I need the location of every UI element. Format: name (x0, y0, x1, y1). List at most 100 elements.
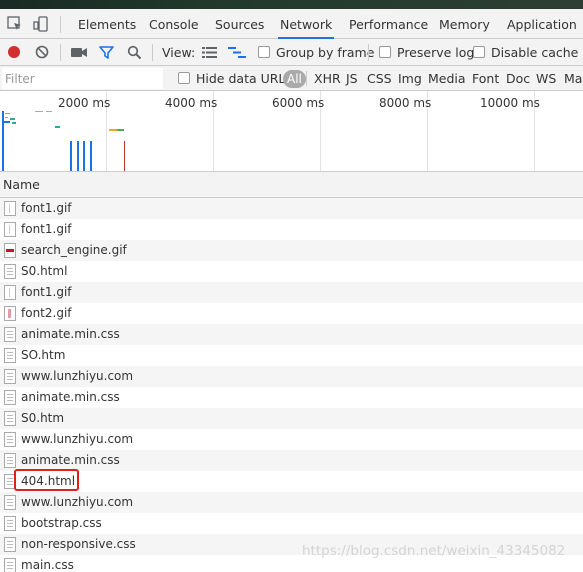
group-by-frame-checkbox[interactable] (258, 46, 270, 58)
filter-type-font[interactable]: Font (472, 66, 499, 91)
filter-type-manifest[interactable]: Man (564, 66, 583, 91)
table-row[interactable]: font2.gif (0, 303, 583, 324)
filter-type-img[interactable]: Img (398, 66, 422, 91)
window-title-strip (0, 0, 583, 9)
tab-network[interactable]: Network (278, 9, 335, 39)
document-file-icon (4, 390, 16, 405)
device-toolbar-icon[interactable] (32, 15, 50, 33)
image-file-icon (4, 201, 16, 216)
request-name: non-responsive.css (21, 537, 136, 551)
toolbar-divider (368, 44, 369, 61)
document-file-icon (4, 411, 16, 426)
timeline-tick-label: 4000 ms (165, 96, 218, 110)
document-file-icon (4, 432, 16, 447)
document-file-icon (4, 453, 16, 468)
timeline-tick-label: 10000 ms (480, 96, 540, 110)
table-row[interactable]: S0.htm (0, 408, 583, 429)
table-row[interactable]: bootstrap.css (0, 513, 583, 534)
toolbar-divider (152, 44, 153, 61)
column-header-name[interactable]: Name (3, 172, 40, 198)
network-toolbar: View: Group by frame Preserve log Disabl… (0, 39, 583, 66)
filter-type-css[interactable]: CSS (367, 66, 392, 91)
watermark-text: https://blog.csdn.net/weixin_43345082 (302, 543, 566, 559)
image-file-icon (4, 306, 16, 321)
table-row[interactable]: www.lunzhiyu.com (0, 366, 583, 387)
filter-bar: Hide data URLs All XHR JS CSS Img Media … (0, 66, 583, 91)
document-file-icon (4, 369, 16, 384)
show-overview-waterfall-icon[interactable] (228, 46, 246, 62)
network-overview-timeline[interactable]: 2000 ms 4000 ms 6000 ms 8000 ms 10000 ms (0, 91, 583, 172)
search-icon[interactable] (127, 45, 142, 63)
tab-memory[interactable]: Memory (437, 9, 492, 39)
filter-type-media[interactable]: Media (428, 66, 466, 91)
request-name: www.lunzhiyu.com (21, 495, 134, 509)
request-name: font1.gif (21, 285, 72, 299)
timeline-request-marks (2, 111, 125, 171)
document-file-icon (4, 495, 16, 510)
request-name: www.lunzhiyu.com (21, 432, 134, 446)
filter-input[interactable] (2, 68, 163, 89)
image-file-icon (4, 243, 16, 258)
document-file-icon (4, 537, 16, 552)
filter-type-doc[interactable]: Doc (506, 66, 530, 91)
table-row[interactable]: font1.gif (0, 282, 583, 303)
screenshot-camera-icon[interactable] (71, 46, 87, 62)
tab-divider (60, 16, 61, 33)
document-file-icon (4, 558, 16, 572)
large-request-rows-icon[interactable] (202, 46, 217, 62)
request-name: S0.html (21, 264, 68, 278)
image-file-icon (4, 222, 16, 237)
filter-type-ws[interactable]: WS (536, 66, 556, 91)
table-row[interactable]: animate.min.css (0, 324, 583, 345)
tab-sources[interactable]: Sources (213, 9, 266, 39)
table-row[interactable]: SO.htm (0, 345, 583, 366)
filter-type-all[interactable]: All (283, 70, 306, 88)
hide-data-urls-checkbox[interactable] (178, 72, 190, 84)
request-name: font1.gif (21, 222, 72, 236)
filter-type-js[interactable]: JS (346, 66, 358, 91)
tab-elements[interactable]: Elements (76, 9, 138, 39)
highlight-annotation-box (14, 469, 79, 491)
table-row[interactable]: 404.html (0, 471, 583, 492)
record-icon[interactable] (7, 45, 21, 62)
request-name: animate.min.css (21, 390, 120, 404)
tab-console[interactable]: Console (147, 9, 201, 39)
inspect-element-icon[interactable] (6, 15, 24, 33)
table-row[interactable]: search_engine.gif (0, 240, 583, 261)
request-name: www.lunzhiyu.com (21, 369, 134, 383)
hide-data-urls-label[interactable]: Hide data URLs (196, 66, 292, 91)
preserve-log-label[interactable]: Preserve log (397, 39, 474, 66)
tab-performance[interactable]: Performance (347, 9, 430, 39)
request-name: S0.htm (21, 411, 65, 425)
timeline-tick-label: 6000 ms (272, 96, 325, 110)
request-name: main.css (21, 558, 74, 572)
image-file-icon (4, 285, 16, 300)
table-row[interactable]: font1.gif (0, 198, 583, 219)
document-file-icon (4, 327, 16, 342)
disable-cache-label[interactable]: Disable cache (491, 39, 578, 66)
request-name: bootstrap.css (21, 516, 102, 530)
filter-type-divider (306, 71, 307, 86)
timeline-tick-label: 8000 ms (379, 96, 432, 110)
devtools-tab-bar: Elements Console Sources Network Perform… (0, 9, 583, 39)
request-name: search_engine.gif (21, 243, 127, 257)
clear-icon[interactable] (35, 45, 49, 62)
preserve-log-checkbox[interactable] (379, 46, 391, 58)
table-row[interactable]: www.lunzhiyu.com (0, 429, 583, 450)
request-name: SO.htm (21, 348, 66, 362)
requests-list: font1.gif font1.gif search_engine.gif S0… (0, 198, 583, 572)
table-row[interactable]: animate.min.css (0, 387, 583, 408)
disable-cache-checkbox[interactable] (473, 46, 485, 58)
filter-type-xhr[interactable]: XHR (314, 66, 341, 91)
table-row[interactable]: www.lunzhiyu.com (0, 492, 583, 513)
table-row[interactable]: animate.min.css (0, 450, 583, 471)
tab-application[interactable]: Application (505, 9, 579, 39)
filter-funnel-icon[interactable] (99, 45, 114, 63)
table-row[interactable]: S0.html (0, 261, 583, 282)
document-file-icon (4, 348, 16, 363)
group-by-frame-label[interactable]: Group by frame (276, 39, 374, 66)
request-name: animate.min.css (21, 327, 120, 341)
table-row[interactable]: font1.gif (0, 219, 583, 240)
toolbar-divider (60, 44, 61, 61)
request-name: font1.gif (21, 201, 72, 215)
